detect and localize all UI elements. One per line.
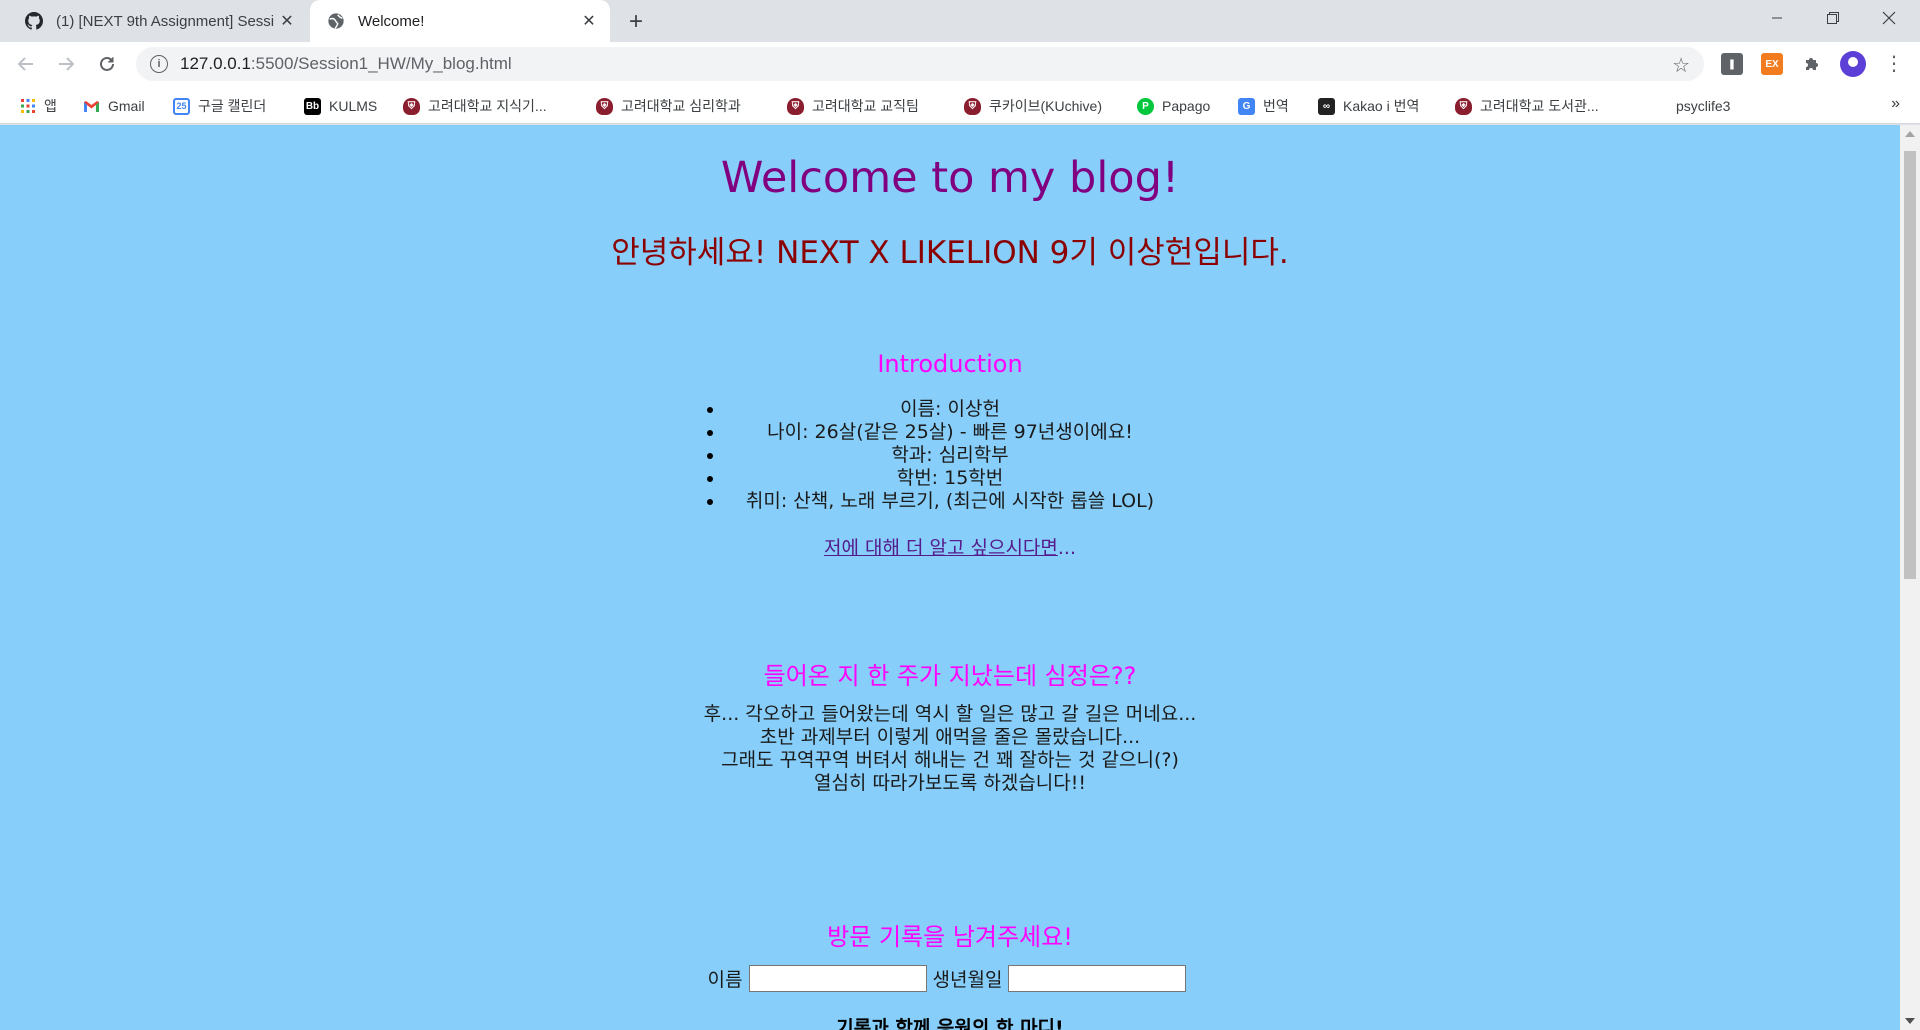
feeling-heading: 들어온 지 한 주가 지났는데 심정은??	[763, 662, 1137, 690]
bookmark-apps[interactable]: 앱	[19, 95, 57, 117]
visit-heading: 방문 기록을 남겨주세요!	[827, 923, 1073, 951]
korea-univ-icon: ⛨	[964, 97, 981, 115]
github-icon	[24, 11, 44, 31]
bookmark-korea-univ-teaching[interactable]: ⛨ 고려대학교 교직팀	[787, 95, 919, 117]
bookmark-label: KULMS	[329, 98, 378, 114]
new-tab-button[interactable]: +	[620, 6, 652, 38]
page-content: Welcome to my blog! 안녕하세요! NEXT X LIKELI…	[0, 125, 1900, 1030]
close-icon[interactable]: ✕	[276, 10, 298, 32]
list-item: 이름: 이상헌	[0, 398, 1900, 421]
intro-list: 이름: 이상헌 나이: 26살(같은 25살) - 빠른 97년생이에요! 학과…	[0, 398, 1900, 513]
restore-button[interactable]	[1806, 0, 1860, 36]
korea-univ-icon: ⛨	[787, 97, 804, 115]
list-item: 학과: 심리학부	[0, 444, 1900, 467]
extension-reader-icon[interactable]: ❚	[1721, 53, 1743, 75]
minimize-button[interactable]	[1750, 0, 1804, 36]
korea-univ-icon: ⛨	[403, 97, 420, 115]
bookmark-label: 쿠카이브(KUchive)	[989, 98, 1102, 114]
bookmark-label: Papago	[1162, 98, 1211, 114]
back-arrow-icon[interactable]	[10, 48, 42, 80]
google-translate-icon: G	[1238, 97, 1255, 115]
bookmark-korea-univ-knowledge[interactable]: ⛨ 고려대학교 지식기...	[403, 95, 547, 117]
papago-icon: P	[1137, 97, 1154, 115]
close-icon[interactable]: ✕	[578, 10, 600, 32]
calendar-icon: 25	[173, 97, 190, 115]
feeling-line: 후... 각오하고 들어왔는데 역시 할 일은 많고 갈 길은 머네요...	[703, 703, 1197, 725]
list-item: 취미: 산책, 노래 부르기, (최근에 시작한 롭쓸 LOL)	[0, 490, 1900, 513]
more-about-me-link[interactable]: 저에 대해 더 알고 싶으시다면	[824, 537, 1058, 559]
bookmark-label: 고려대학교 교직팀	[812, 98, 919, 114]
globe-icon	[326, 11, 346, 31]
bookmarks-bar: 앱 Gmail 25 구글 캘린더 Bb KULMS ⛨ 고려대학교 지식기..…	[0, 87, 1920, 124]
more-menu-icon[interactable]: ⋮	[1884, 54, 1904, 74]
visit-form: 이름 생년월일	[0, 965, 1900, 992]
intro-heading: Introduction	[877, 350, 1023, 378]
bookmark-label: 앱	[44, 98, 57, 114]
bookmark-kuchive[interactable]: ⛨ 쿠카이브(KUchive)	[964, 95, 1102, 117]
url-text: 127.0.0.1:5500/Session1_HW/My_blog.html	[180, 54, 512, 73]
blackboard-icon: Bb	[304, 97, 321, 115]
page-scrollbar[interactable]	[1900, 125, 1920, 1030]
korea-univ-library-icon: ⛨	[1455, 97, 1472, 115]
birthdate-label: 생년월일	[932, 969, 1003, 991]
feeling-line: 초반 과제부터 이렇게 애먹을 줄은 몰랐습니다...	[759, 726, 1141, 748]
page-subtitle: 안녕하세요! NEXT X LIKELION 9기 이상헌입니다.	[611, 235, 1289, 271]
tab-github-assignment[interactable]: (1) [NEXT 9th Assignment] Sessi ✕	[8, 0, 308, 42]
feeling-line: 열심히 따라가보도록 하겠습니다!!	[813, 772, 1087, 794]
bookmark-label: Kakao i 번역	[1343, 98, 1420, 114]
extension-ex-icon[interactable]: EX	[1761, 53, 1783, 75]
kakao-translate-icon: ∞	[1318, 97, 1335, 115]
name-input[interactable]	[748, 965, 927, 992]
window-close-button[interactable]	[1862, 0, 1916, 36]
bookmark-label: 구글 캘린더	[198, 98, 267, 114]
list-item: 학번: 15학번	[0, 467, 1900, 490]
birthdate-input[interactable]	[1008, 965, 1187, 992]
gmail-icon	[83, 98, 100, 115]
scroll-down-arrow-icon[interactable]	[1905, 1018, 1915, 1024]
reload-icon[interactable]	[91, 48, 123, 80]
bookmark-label: 고려대학교 심리학과	[621, 98, 741, 114]
korea-univ-icon: ⛨	[596, 97, 613, 115]
bookmark-label: Gmail	[108, 98, 145, 114]
tab-welcome[interactable]: Welcome! ✕	[310, 0, 610, 42]
bookmark-label: 번역	[1263, 98, 1289, 114]
puzzle-extensions-icon[interactable]	[1801, 53, 1823, 75]
browser-toolbar: i 127.0.0.1:5500/Session1_HW/My_blog.htm…	[0, 42, 1920, 87]
bookmark-star-icon[interactable]: ☆	[1672, 53, 1690, 78]
more-bookmarks-button[interactable]: »	[1891, 95, 1900, 113]
link-ellipsis: ...	[1057, 537, 1077, 559]
feeling-body: 후... 각오하고 들어왔는데 역시 할 일은 많고 갈 길은 머네요... 초…	[0, 703, 1900, 795]
bookmark-label: psyclife3	[1676, 98, 1731, 114]
bookmark-psyclife3[interactable]: psyclife3	[1676, 95, 1730, 117]
bookmark-korea-univ-psychology[interactable]: ⛨ 고려대학교 심리학과	[596, 95, 741, 117]
bookmark-papago[interactable]: P Papago	[1137, 95, 1210, 117]
list-item: 나이: 26살(같은 25살) - 빠른 97년생이에요!	[0, 421, 1900, 444]
scrollbar-thumb[interactable]	[1904, 151, 1916, 579]
tab-strip: (1) [NEXT 9th Assignment] Sessi ✕ Welcom…	[0, 0, 1920, 42]
tab-title: (1) [NEXT 9th Assignment] Sessi	[56, 12, 275, 30]
feeling-line: 그래도 꾸역꾸역 버텨서 해내는 건 꽤 잘하는 것 같으니(?)	[721, 749, 1179, 771]
bookmark-kakao-translate[interactable]: ∞ Kakao i 번역	[1318, 95, 1419, 117]
name-label: 이름	[707, 969, 743, 991]
bookmark-gmail[interactable]: Gmail	[83, 95, 145, 117]
profile-avatar[interactable]	[1840, 51, 1866, 77]
bookmark-kulms[interactable]: Bb KULMS	[304, 95, 377, 117]
apps-grid-icon	[19, 98, 36, 115]
bookmark-label: 고려대학교 도서관...	[1480, 98, 1599, 114]
bookmark-translate[interactable]: G 번역	[1238, 95, 1289, 117]
tab-title: Welcome!	[358, 12, 425, 30]
bookmark-korea-univ-library[interactable]: ⛨ 고려대학교 도서관...	[1455, 95, 1599, 117]
scroll-up-arrow-icon[interactable]	[1905, 131, 1915, 137]
forward-arrow-icon[interactable]	[50, 48, 82, 80]
address-bar[interactable]: i 127.0.0.1:5500/Session1_HW/My_blog.htm…	[136, 47, 1704, 81]
bookmark-label: 고려대학교 지식기...	[428, 98, 547, 114]
bookmark-google-calendar[interactable]: 25 구글 캘린더	[173, 95, 266, 117]
page-title: Welcome to my blog!	[720, 153, 1180, 203]
site-info-icon[interactable]: i	[150, 55, 168, 73]
more-about-me: 저에 대해 더 알고 싶으시다면...	[0, 533, 1900, 560]
cheer-message-label: 기록과 함께 응원의 한 마디!	[836, 1017, 1064, 1030]
